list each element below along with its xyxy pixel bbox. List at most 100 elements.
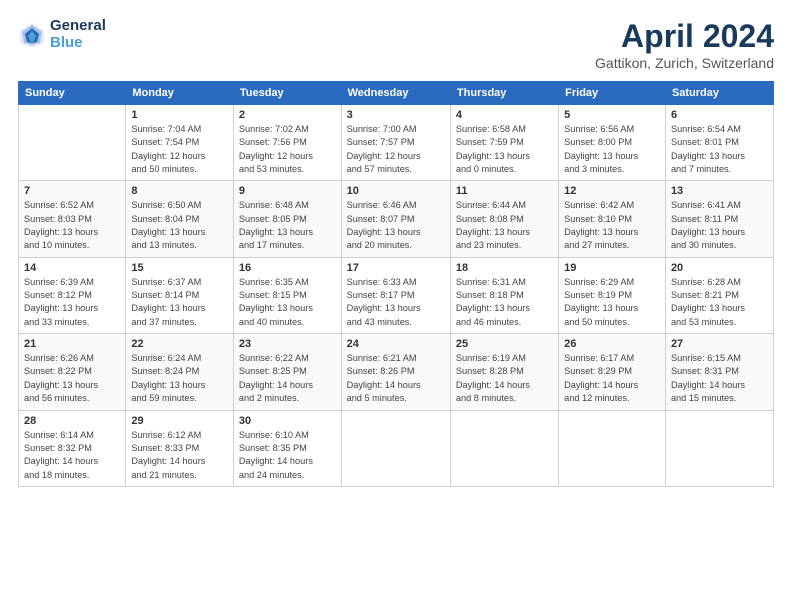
day-info: Sunrise: 6:54 AM Sunset: 8:01 PM Dayligh… [671,123,768,176]
day-number: 29 [131,415,228,427]
day-info: Sunrise: 6:29 AM Sunset: 8:19 PM Dayligh… [564,276,660,329]
logo-icon [18,21,46,49]
day-info: Sunrise: 6:33 AM Sunset: 8:17 PM Dayligh… [347,276,445,329]
day-number: 20 [671,262,768,274]
table-row: 8 Sunrise: 6:50 AM Sunset: 8:04 PM Daylig… [126,181,234,257]
table-row: 3 Sunrise: 7:00 AM Sunset: 7:57 PM Daylig… [341,105,450,181]
table-row: 19 Sunrise: 6:29 AM Sunset: 8:19 PM Dayli… [559,257,666,333]
day-number: 15 [131,262,228,274]
table-row: 23 Sunrise: 6:22 AM Sunset: 8:25 PM Dayli… [233,334,341,410]
table-row: 6 Sunrise: 6:54 AM Sunset: 8:01 PM Daylig… [665,105,773,181]
day-number: 9 [239,185,336,197]
day-number: 2 [239,109,336,121]
day-number: 8 [131,185,228,197]
day-number: 4 [456,109,553,121]
day-info: Sunrise: 6:10 AM Sunset: 8:35 PM Dayligh… [239,429,336,482]
day-info: Sunrise: 6:17 AM Sunset: 8:29 PM Dayligh… [564,352,660,405]
day-info: Sunrise: 7:04 AM Sunset: 7:54 PM Dayligh… [131,123,228,176]
table-row: 26 Sunrise: 6:17 AM Sunset: 8:29 PM Dayli… [559,334,666,410]
table-row: 12Sunrise: 6:42 AM Sunset: 8:10 PM Dayli… [559,181,666,257]
table-row: 16Sunrise: 6:35 AM Sunset: 8:15 PM Dayli… [233,257,341,333]
col-thursday: Thursday [450,82,558,105]
day-number: 19 [564,262,660,274]
day-number: 13 [671,185,768,197]
day-number: 27 [671,338,768,350]
table-row: 11 Sunrise: 6:44 AM Sunset: 8:08 PM Dayli… [450,181,558,257]
table-row: 5 Sunrise: 6:56 AM Sunset: 8:00 PM Daylig… [559,105,666,181]
day-info: Sunrise: 6:14 AM Sunset: 8:32 PM Dayligh… [24,429,120,482]
day-number: 3 [347,109,445,121]
calendar-header-row: Sunday Monday Tuesday Wednesday Thursday… [19,82,774,105]
page: General Blue April 2024 Gattikon, Zurich… [0,0,792,612]
day-number: 22 [131,338,228,350]
table-row: 18 Sunrise: 6:31 AM Sunset: 8:18 PM Dayli… [450,257,558,333]
day-number: 28 [24,415,120,427]
table-row [19,105,126,181]
day-number: 14 [24,262,120,274]
day-info: Sunrise: 6:37 AM Sunset: 8:14 PM Dayligh… [131,276,228,329]
day-info: Sunrise: 7:02 AM Sunset: 7:56 PM Dayligh… [239,123,336,176]
day-info: Sunrise: 6:12 AM Sunset: 8:33 PM Dayligh… [131,429,228,482]
table-row: 25Sunrise: 6:19 AM Sunset: 8:28 PM Dayli… [450,334,558,410]
day-number: 21 [24,338,120,350]
table-row [559,410,666,486]
logo-text: General Blue [50,18,106,51]
header: General Blue April 2024 Gattikon, Zurich… [18,18,774,71]
day-number: 10 [347,185,445,197]
col-saturday: Saturday [665,82,773,105]
table-row: 4 Sunrise: 6:58 AM Sunset: 7:59 PM Daylig… [450,105,558,181]
month-title: April 2024 [595,18,774,55]
day-info: Sunrise: 6:52 AM Sunset: 8:03 PM Dayligh… [24,199,120,252]
table-row: 9 Sunrise: 6:48 AM Sunset: 8:05 PM Daylig… [233,181,341,257]
calendar-week-row: 7 Sunrise: 6:52 AM Sunset: 8:03 PM Daylig… [19,181,774,257]
day-number: 12 [564,185,660,197]
day-info: Sunrise: 6:56 AM Sunset: 8:00 PM Dayligh… [564,123,660,176]
day-info: Sunrise: 6:21 AM Sunset: 8:26 PM Dayligh… [347,352,445,405]
table-row: 1 Sunrise: 7:04 AM Sunset: 7:54 PM Daylig… [126,105,234,181]
day-number: 25 [456,338,553,350]
day-number: 26 [564,338,660,350]
col-friday: Friday [559,82,666,105]
calendar-week-row: 1 Sunrise: 7:04 AM Sunset: 7:54 PM Daylig… [19,105,774,181]
table-row: 17 Sunrise: 6:33 AM Sunset: 8:17 PM Dayli… [341,257,450,333]
day-number: 18 [456,262,553,274]
day-info: Sunrise: 6:28 AM Sunset: 8:21 PM Dayligh… [671,276,768,329]
location: Gattikon, Zurich, Switzerland [595,55,774,71]
day-number: 5 [564,109,660,121]
table-row: 7 Sunrise: 6:52 AM Sunset: 8:03 PM Daylig… [19,181,126,257]
table-row: 14 Sunrise: 6:39 AM Sunset: 8:12 PM Dayli… [19,257,126,333]
title-block: April 2024 Gattikon, Zurich, Switzerland [595,18,774,71]
day-info: Sunrise: 6:24 AM Sunset: 8:24 PM Dayligh… [131,352,228,405]
day-number: 23 [239,338,336,350]
table-row: 2 Sunrise: 7:02 AM Sunset: 7:56 PM Daylig… [233,105,341,181]
day-number: 24 [347,338,445,350]
table-row: 13 Sunrise: 6:41 AM Sunset: 8:11 PM Dayli… [665,181,773,257]
day-info: Sunrise: 6:41 AM Sunset: 8:11 PM Dayligh… [671,199,768,252]
day-info: Sunrise: 6:50 AM Sunset: 8:04 PM Dayligh… [131,199,228,252]
day-info: Sunrise: 6:48 AM Sunset: 8:05 PM Dayligh… [239,199,336,252]
day-info: Sunrise: 6:44 AM Sunset: 8:08 PM Dayligh… [456,199,553,252]
day-info: Sunrise: 6:31 AM Sunset: 8:18 PM Dayligh… [456,276,553,329]
day-number: 11 [456,185,553,197]
calendar-week-row: 21 Sunrise: 6:26 AM Sunset: 8:22 PM Dayli… [19,334,774,410]
day-info: Sunrise: 6:39 AM Sunset: 8:12 PM Dayligh… [24,276,120,329]
table-row: 28 Sunrise: 6:14 AM Sunset: 8:32 PM Dayli… [19,410,126,486]
table-row: 15 Sunrise: 6:37 AM Sunset: 8:14 PM Dayli… [126,257,234,333]
day-info: Sunrise: 6:22 AM Sunset: 8:25 PM Dayligh… [239,352,336,405]
day-info: Sunrise: 6:15 AM Sunset: 8:31 PM Dayligh… [671,352,768,405]
day-number: 6 [671,109,768,121]
day-number: 17 [347,262,445,274]
table-row: 29 Sunrise: 6:12 AM Sunset: 8:33 PM Dayli… [126,410,234,486]
table-row: 10 Sunrise: 6:46 AM Sunset: 8:07 PM Dayli… [341,181,450,257]
day-info: Sunrise: 6:46 AM Sunset: 8:07 PM Dayligh… [347,199,445,252]
table-row: 24 Sunrise: 6:21 AM Sunset: 8:26 PM Dayli… [341,334,450,410]
day-number: 7 [24,185,120,197]
day-number: 16 [239,262,336,274]
calendar-week-row: 14 Sunrise: 6:39 AM Sunset: 8:12 PM Dayli… [19,257,774,333]
day-info: Sunrise: 6:26 AM Sunset: 8:22 PM Dayligh… [24,352,120,405]
calendar: Sunday Monday Tuesday Wednesday Thursday… [18,81,774,487]
day-number: 1 [131,109,228,121]
table-row: 21 Sunrise: 6:26 AM Sunset: 8:22 PM Dayli… [19,334,126,410]
day-info: Sunrise: 6:58 AM Sunset: 7:59 PM Dayligh… [456,123,553,176]
day-info: Sunrise: 7:00 AM Sunset: 7:57 PM Dayligh… [347,123,445,176]
